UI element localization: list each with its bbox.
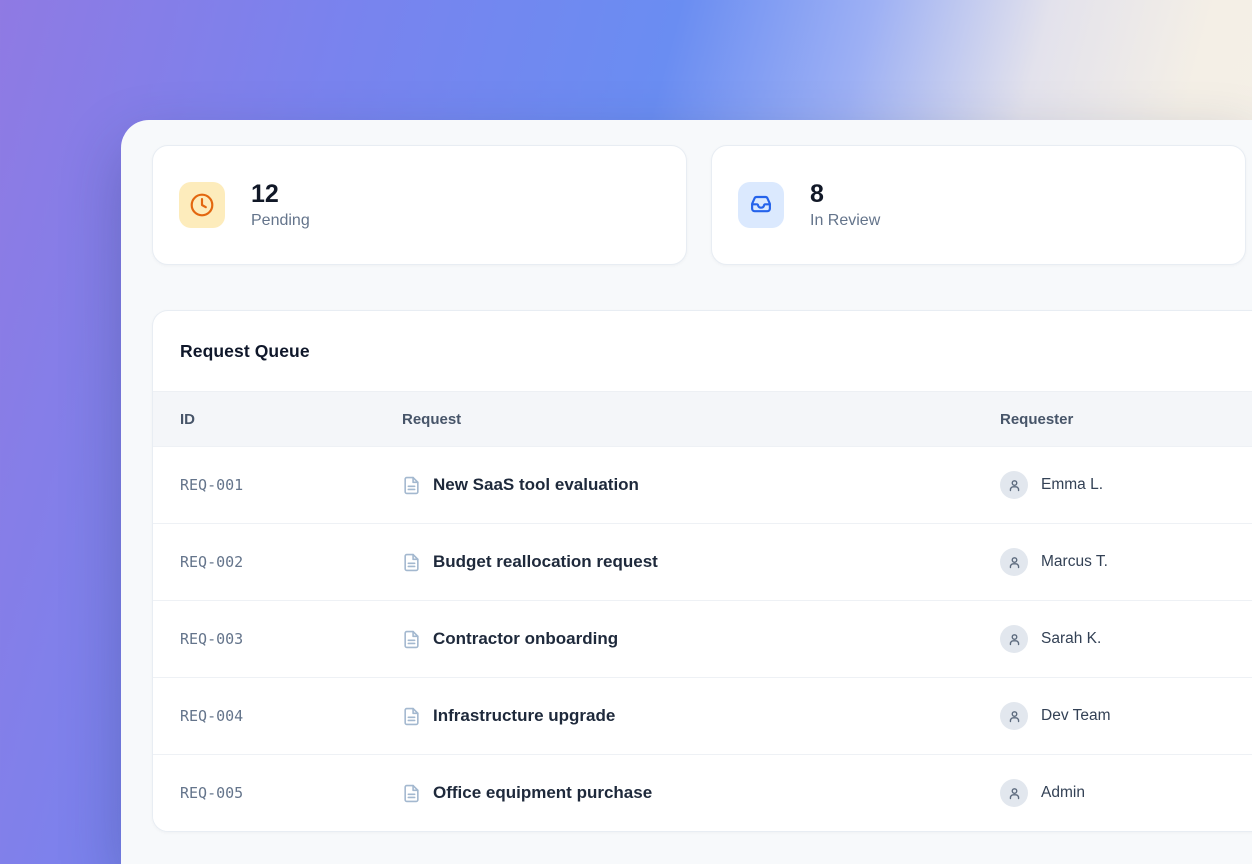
request-cell: Contractor onboarding <box>402 629 1000 649</box>
in-review-count: 8 <box>810 180 880 209</box>
document-icon <box>402 476 421 495</box>
dashboard-panel: 12 Pending 8 In Review Request Queue ID … <box>121 120 1252 864</box>
table-title-row: Request Queue <box>153 311 1252 392</box>
clock-icon <box>179 182 225 228</box>
stat-text: 12 Pending <box>251 180 310 231</box>
column-header-requester: Requester <box>1000 411 1252 428</box>
request-queue-card: Request Queue ID Request Requester REQ-0… <box>152 310 1252 832</box>
user-avatar-icon <box>1000 548 1028 576</box>
inbox-icon <box>738 182 784 228</box>
pending-label: Pending <box>251 212 310 230</box>
table-row[interactable]: REQ-005 Office equipment purchase Admin <box>153 754 1252 831</box>
column-header-request: Request <box>402 411 1000 428</box>
table-row[interactable]: REQ-003 Contractor onboarding Sarah K. <box>153 600 1252 677</box>
request-cell: Office equipment purchase <box>402 783 1000 803</box>
table-title: Request Queue <box>180 341 310 362</box>
request-cell: New SaaS tool evaluation <box>402 475 1000 495</box>
table-row[interactable]: REQ-004 Infrastructure upgrade Dev Team <box>153 677 1252 754</box>
request-id: REQ-005 <box>180 784 402 802</box>
document-icon <box>402 784 421 803</box>
document-icon <box>402 630 421 649</box>
request-title: Office equipment purchase <box>433 783 652 803</box>
request-id: REQ-004 <box>180 707 402 725</box>
document-icon <box>402 553 421 572</box>
table-row[interactable]: REQ-002 Budget reallocation request Marc… <box>153 523 1252 600</box>
requester-name: Admin <box>1041 784 1085 802</box>
request-title: New SaaS tool evaluation <box>433 475 639 495</box>
requester-name: Emma L. <box>1041 476 1103 494</box>
requester-cell: Admin <box>1000 779 1252 807</box>
in-review-label: In Review <box>810 212 880 230</box>
request-id: REQ-001 <box>180 476 402 494</box>
requester-cell: Marcus T. <box>1000 548 1252 576</box>
request-title: Contractor onboarding <box>433 629 618 649</box>
requester-name: Marcus T. <box>1041 553 1108 571</box>
requester-name: Sarah K. <box>1041 630 1101 648</box>
user-avatar-icon <box>1000 625 1028 653</box>
stats-row: 12 Pending 8 In Review <box>121 120 1252 265</box>
user-avatar-icon <box>1000 702 1028 730</box>
stat-text: 8 In Review <box>810 180 880 231</box>
requester-cell: Emma L. <box>1000 471 1252 499</box>
request-title: Budget reallocation request <box>433 552 658 572</box>
request-title: Infrastructure upgrade <box>433 706 615 726</box>
request-cell: Budget reallocation request <box>402 552 1000 572</box>
requester-name: Dev Team <box>1041 707 1111 725</box>
request-id: REQ-002 <box>180 553 402 571</box>
requester-cell: Sarah K. <box>1000 625 1252 653</box>
requester-cell: Dev Team <box>1000 702 1252 730</box>
stat-card-in-review: 8 In Review <box>711 145 1246 265</box>
document-icon <box>402 707 421 726</box>
column-header-id: ID <box>180 411 402 428</box>
stat-card-pending: 12 Pending <box>152 145 687 265</box>
request-id: REQ-003 <box>180 630 402 648</box>
user-avatar-icon <box>1000 779 1028 807</box>
table-header-row: ID Request Requester <box>153 392 1252 447</box>
pending-count: 12 <box>251 180 310 209</box>
request-cell: Infrastructure upgrade <box>402 706 1000 726</box>
table-row[interactable]: REQ-001 New SaaS tool evaluation Emma L. <box>153 447 1252 523</box>
user-avatar-icon <box>1000 471 1028 499</box>
